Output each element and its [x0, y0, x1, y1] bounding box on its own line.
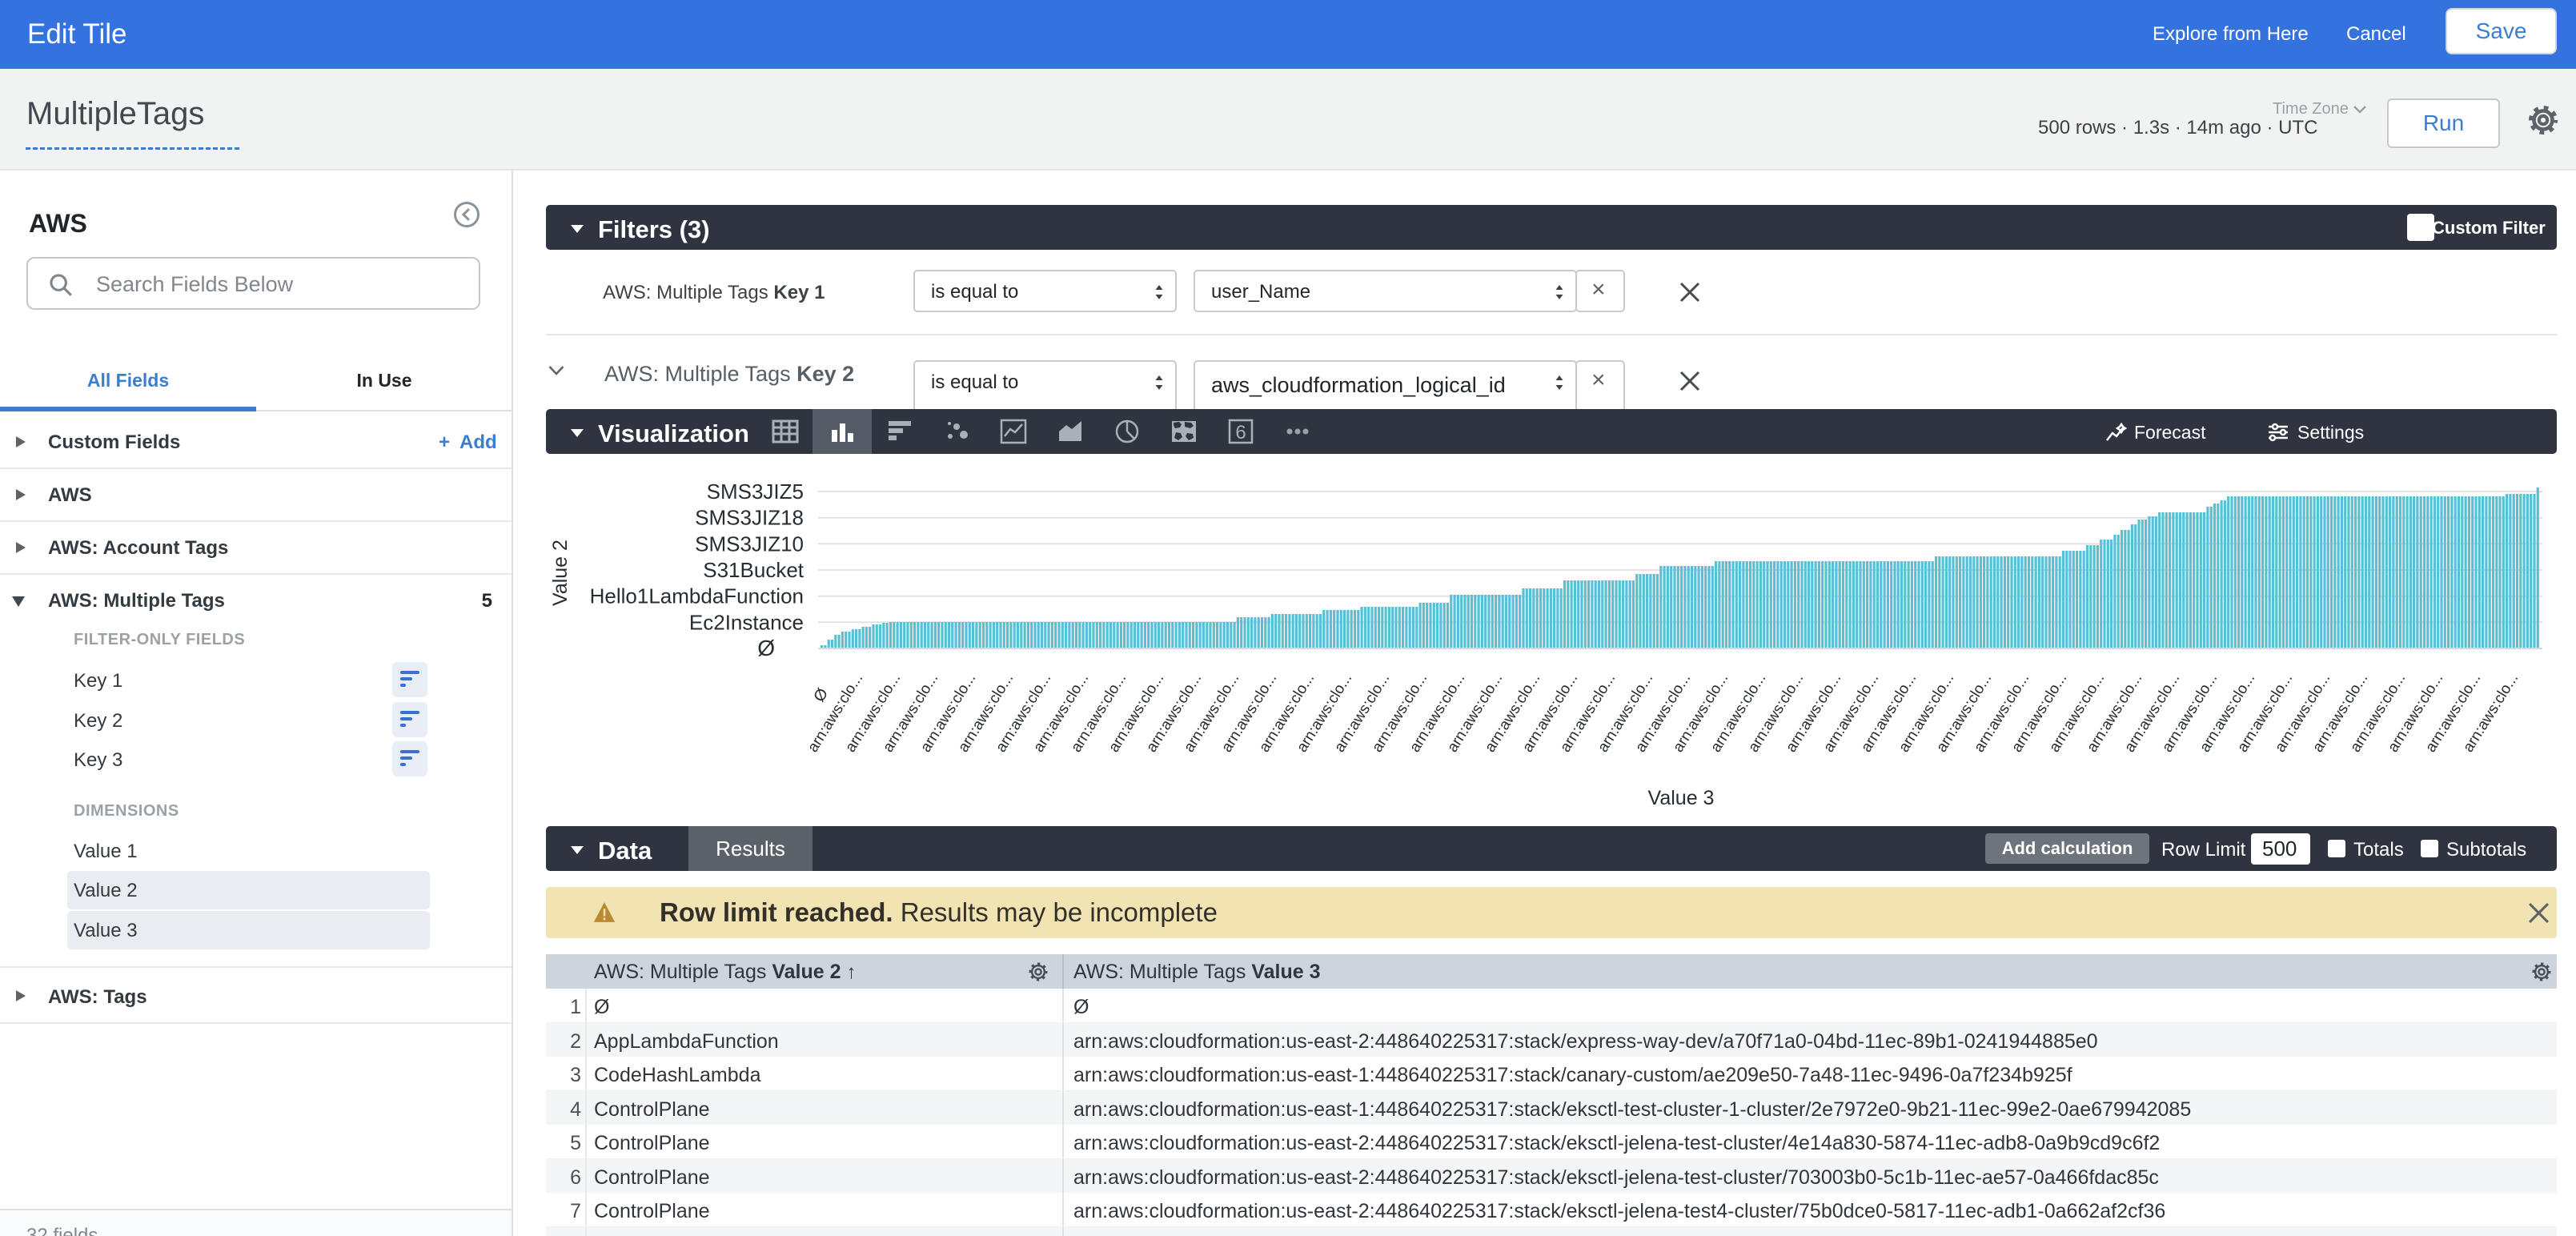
svg-text:6: 6: [1235, 422, 1246, 443]
svg-text:Ø: Ø: [757, 636, 775, 660]
svg-text:Value 3: Value 3: [1648, 787, 1715, 809]
svg-text:SMS3JIZ18: SMS3JIZ18: [695, 506, 804, 530]
svg-text:Value 2: Value 2: [549, 540, 572, 606]
svg-text:SMS3JIZ5: SMS3JIZ5: [707, 480, 804, 504]
svg-text:Ec2Instance: Ec2Instance: [689, 610, 804, 634]
svg-text:Ø: Ø: [810, 685, 832, 705]
svg-text:Hello1LambdaFunction: Hello1LambdaFunction: [590, 584, 804, 608]
svg-text:S31Bucket: S31Bucket: [703, 558, 804, 582]
svg-text:SMS3JIZ10: SMS3JIZ10: [695, 532, 804, 556]
